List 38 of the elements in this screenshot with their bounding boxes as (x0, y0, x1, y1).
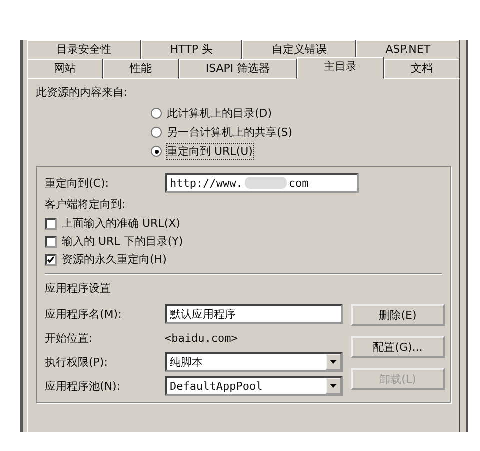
field-label: 开始位置: (45, 330, 94, 346)
dropdown[interactable]: 纯脚本 (165, 352, 343, 372)
radio-label[interactable]: 此计算机上的目录(D) (167, 106, 272, 121)
tab[interactable]: ISAPI 筛选器 (178, 59, 298, 79)
path-text: <baidu.com> (165, 332, 238, 344)
tab[interactable]: 目录安全性 (27, 40, 141, 59)
tab[interactable]: ASP.NET (356, 40, 460, 59)
section-label: 此资源的内容来自: (36, 85, 129, 100)
field-label: 应用程序池(N): (45, 378, 122, 394)
checkbox-label[interactable]: 资源的永久重定向(H) (62, 252, 167, 267)
section-label: 应用程序设置 (45, 281, 112, 296)
tab[interactable]: 文档 (384, 59, 460, 79)
caret-icon (330, 360, 337, 364)
field-label: 应用程序名(M): (45, 306, 123, 322)
tab[interactable]: 自定义错误 (242, 40, 356, 59)
tab[interactable]: 网站 (27, 59, 103, 79)
radio-button[interactable] (151, 127, 162, 138)
tab[interactable]: 性能 (102, 59, 179, 79)
field-label: 重定向到(C): (45, 176, 110, 190)
checkbox[interactable] (45, 236, 57, 248)
checkbox[interactable] (45, 218, 57, 230)
button[interactable]: 配置(G)... (351, 336, 445, 358)
checkbox-label[interactable]: 上面输入的准确 URL(X) (62, 216, 180, 231)
url-field[interactable]: http://www. com (165, 173, 359, 193)
input-field[interactable]: 默认应用程序 (165, 304, 343, 324)
tab[interactable]: HTTP 头 (140, 40, 242, 59)
dropdown[interactable]: DefaultAppPool (165, 376, 343, 396)
field-label: 执行权限(P): (45, 354, 109, 370)
section-label: 客户端将定向到: (45, 197, 127, 212)
tab[interactable]: 主目录 (297, 57, 384, 79)
button[interactable]: 删除(E) (351, 304, 445, 326)
radio-label[interactable]: 重定向到 URL(U) (167, 144, 253, 159)
radio-button[interactable] (151, 146, 162, 157)
checkbox-label[interactable]: 输入的 URL 下的目录(Y) (62, 234, 184, 249)
radio-label[interactable]: 另一台计算机上的共享(S) (167, 125, 293, 140)
caret-icon (330, 384, 337, 388)
checkbox[interactable] (45, 254, 57, 266)
radio-button[interactable] (151, 108, 162, 119)
